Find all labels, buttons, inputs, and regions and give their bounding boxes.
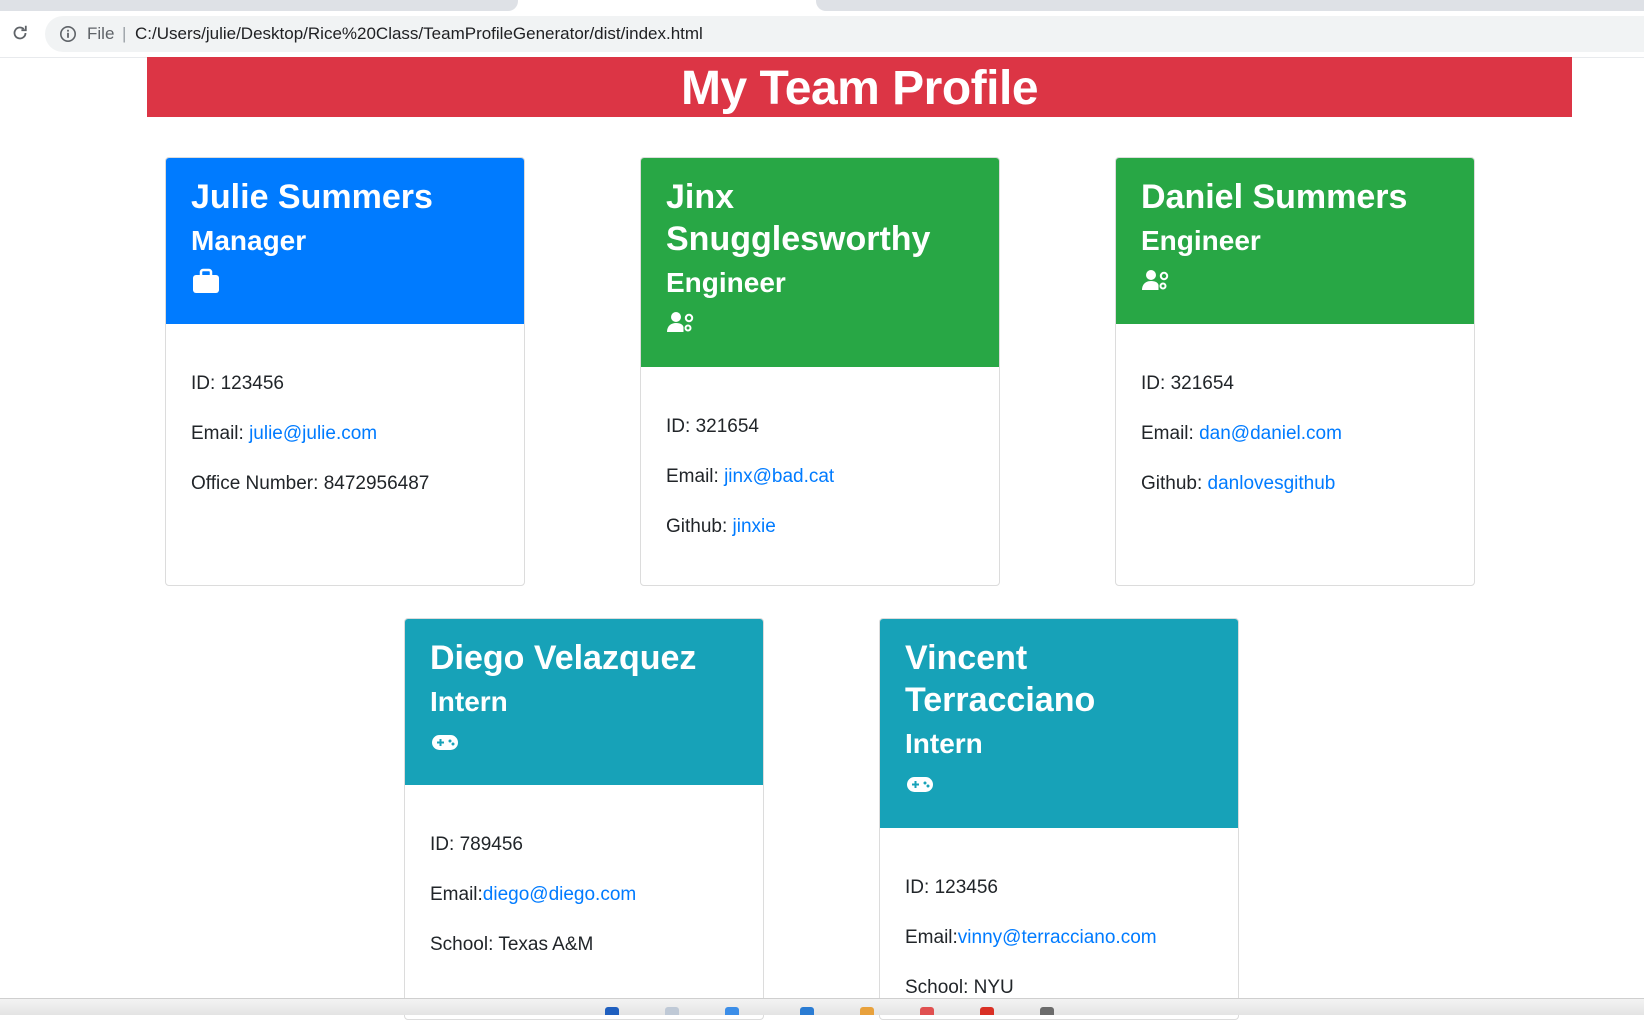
gamepad-icon	[432, 735, 458, 750]
employee-id: 789456	[459, 834, 523, 855]
gamepad-icon	[907, 777, 933, 792]
employee-email-line: Email: julie@julie.com	[191, 422, 499, 445]
employee-id: 321654	[1170, 373, 1234, 394]
id-label: ID:	[191, 373, 221, 394]
employee-id: 321654	[695, 416, 759, 437]
employee-email-line: Email:vinny@terracciano.com	[905, 926, 1213, 949]
employee-role: Manager	[191, 225, 307, 256]
github-label: Github:	[1141, 473, 1208, 494]
github-line: Github: jinxie	[666, 515, 974, 538]
employee-id-line: ID: 789456	[430, 833, 738, 856]
email-label: Email:	[191, 423, 250, 444]
employee-card-engineer: Daniel Summers Engineer ID: 321654 Email…	[1115, 157, 1475, 586]
reload-icon	[13, 25, 27, 40]
email-label: Email:	[905, 927, 958, 948]
employee-name: Jinx Snugglesworthy	[666, 178, 931, 258]
school-label: School:	[905, 977, 974, 998]
employee-card-engineer: Jinx Snugglesworthy Engineer ID: 321654 …	[640, 157, 1000, 586]
email-link[interactable]: dan@daniel.com	[1199, 423, 1342, 444]
email-link[interactable]: diego@diego.com	[483, 884, 636, 905]
page-title: My Team Profile	[680, 62, 1039, 115]
card-header: Vincent Terracciano Intern	[880, 619, 1238, 828]
github-line: Github: danlovesgithub	[1141, 472, 1449, 495]
employee-id-line: ID: 123456	[191, 372, 499, 395]
card-header: Jinx Snugglesworthy Engineer	[641, 158, 999, 367]
card-header: Julie Summers Manager	[166, 158, 524, 324]
github-label: Github:	[666, 516, 733, 537]
employee-id: 123456	[220, 373, 284, 394]
email-link[interactable]: vinny@terracciano.com	[958, 927, 1157, 948]
card-body: ID: 321654 Email: jinx@bad.cat Github: j…	[641, 367, 999, 538]
os-taskbar	[0, 998, 1644, 1015]
id-label: ID:	[1141, 373, 1171, 394]
school-name: NYU	[973, 977, 1014, 998]
reload-button[interactable]	[8, 21, 32, 45]
employee-name: Julie Summers	[191, 178, 433, 216]
github-link[interactable]: danlovesgithub	[1208, 473, 1336, 494]
employee-id-line: ID: 123456	[905, 876, 1213, 899]
users-cog-icon	[1142, 270, 1169, 290]
school-label: School:	[430, 934, 499, 955]
browser-toolbar: File | C:/Users/julie/Desktop/Rice%20Cla…	[0, 13, 1644, 58]
info-icon[interactable]	[59, 25, 77, 43]
email-label: Email:	[430, 884, 483, 905]
email-link[interactable]: julie@julie.com	[249, 423, 377, 444]
school-line: School: NYU	[905, 976, 1213, 999]
employee-role: Intern	[905, 728, 983, 759]
employee-email-line: Email: dan@daniel.com	[1141, 422, 1449, 445]
id-label: ID:	[905, 877, 935, 898]
office-number-line: Office Number: 8472956487	[191, 472, 499, 495]
school-line: School: Texas A&M	[430, 933, 738, 956]
card-body: ID: 789456 Email:diego@diego.com School:…	[405, 785, 763, 956]
employee-id-line: ID: 321654	[1141, 372, 1449, 395]
card-header: Diego Velazquez Intern	[405, 619, 763, 785]
url-text[interactable]: C:/Users/julie/Desktop/Rice%20Class/Team…	[135, 24, 703, 44]
tab-strip	[0, 0, 1644, 13]
employee-id: 123456	[934, 877, 998, 898]
employee-name: Daniel Summers	[1141, 178, 1408, 216]
card-body: ID: 123456 Email: julie@julie.com Office…	[166, 324, 524, 495]
employee-name: Diego Velazquez	[430, 639, 697, 677]
browser-tab[interactable]	[0, 0, 518, 11]
office-label: Office Number:	[191, 473, 324, 494]
briefcase-icon	[193, 268, 219, 293]
employee-email-line: Email: jinx@bad.cat	[666, 465, 974, 488]
employee-card-intern: Diego Velazquez Intern ID: 789456 Email:…	[404, 618, 764, 1020]
url-separator: |	[122, 24, 127, 43]
users-cog-icon	[667, 312, 694, 332]
github-link[interactable]: jinxie	[733, 516, 776, 537]
id-label: ID:	[666, 416, 696, 437]
employee-id-line: ID: 321654	[666, 415, 974, 438]
employee-card-intern: Vincent Terracciano Intern ID: 123456 Em…	[879, 618, 1239, 1020]
page-header: My Team Profile	[147, 57, 1572, 117]
card-body: ID: 321654 Email: dan@daniel.com Github:…	[1116, 324, 1474, 495]
address-bar[interactable]: File | C:/Users/julie/Desktop/Rice%20Cla…	[45, 16, 1644, 52]
browser-tab-active[interactable]	[816, 0, 1644, 11]
employee-role: Engineer	[1141, 225, 1261, 256]
email-label: Email:	[1141, 423, 1200, 444]
email-link[interactable]: jinx@bad.cat	[724, 466, 834, 487]
url-scheme-label[interactable]: File	[87, 24, 114, 44]
card-body: ID: 123456 Email:vinny@terracciano.com S…	[880, 828, 1238, 999]
email-label: Email:	[666, 466, 725, 487]
employee-role: Intern	[430, 686, 508, 717]
employee-role: Engineer	[666, 267, 786, 298]
office-number: 8472956487	[323, 473, 430, 494]
card-header: Daniel Summers Engineer	[1116, 158, 1474, 324]
school-name: Texas A&M	[498, 934, 594, 955]
employee-card-manager: Julie Summers Manager ID: 123456 Email: …	[165, 157, 525, 586]
id-label: ID:	[430, 834, 460, 855]
employee-email-line: Email:diego@diego.com	[430, 883, 738, 906]
employee-name: Vincent Terracciano	[905, 639, 1096, 719]
